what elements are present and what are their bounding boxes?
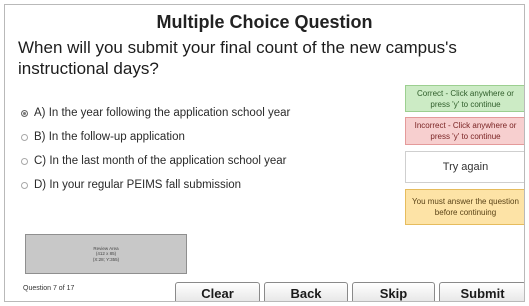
choice-list: A) In the year following the application… [21,101,401,197]
back-button[interactable]: Back [264,282,348,301]
review-area-position: (X:28; Y:355) [92,256,120,262]
incorrect-feedback-box[interactable]: Incorrect - Click anywhere or press 'y' … [405,117,524,145]
quiz-slide: Multiple Choice Question When will you s… [4,4,525,302]
clear-button[interactable]: Clear [175,282,260,301]
radio-button-d[interactable] [21,181,28,189]
radio-button-b[interactable] [21,133,28,141]
choice-d-label: D) In your regular PEIMS fall submission [34,179,242,191]
try-again-box: Try again [405,151,524,183]
radio-button-c[interactable] [21,157,28,165]
question-text: When will you submit your final count of… [18,38,457,78]
skip-button[interactable]: Skip [352,282,435,301]
question-counter: Question 7 of 17 [23,285,75,292]
choice-d[interactable]: D) In your regular PEIMS fall submission [21,173,401,197]
slide-title: Multiple Choice Question [156,12,373,32]
choice-b[interactable]: B) In the follow-up application [21,125,401,149]
radio-button-a[interactable] [21,109,28,117]
choice-c-label: C) In the last month of the application … [34,155,287,167]
choice-a[interactable]: A) In the year following the application… [21,101,401,125]
correct-feedback-box[interactable]: Correct - Click anywhere or press 'y' to… [405,85,524,112]
must-answer-box: You must answer the question before cont… [405,189,524,225]
choice-c[interactable]: C) In the last month of the application … [21,149,401,173]
review-area: Review Area (412 x 85) (X:28; Y:355) [25,234,187,274]
choice-a-label: A) In the year following the application… [34,107,291,119]
choice-b-label: B) In the follow-up application [34,131,185,143]
submit-button[interactable]: Submit [439,282,524,301]
